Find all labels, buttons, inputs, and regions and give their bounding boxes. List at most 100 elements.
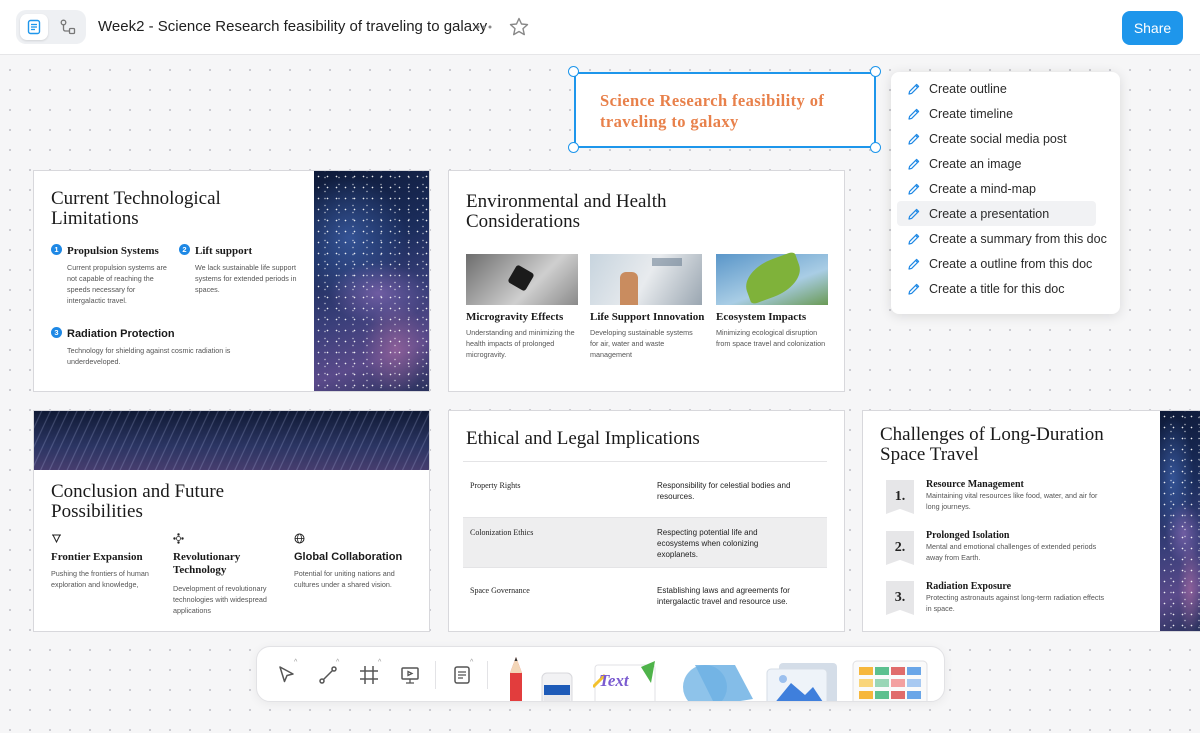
ai-item-label: Create a outline from this doc bbox=[929, 256, 1093, 271]
presentation-tool[interactable] bbox=[398, 663, 422, 687]
ai-item-create-social-media-post[interactable]: Create social media post bbox=[897, 126, 1114, 151]
pen-icon bbox=[908, 83, 920, 95]
text-widget[interactable]: Text bbox=[591, 661, 663, 701]
document-title[interactable]: Week2 - Science Research feasibility of … bbox=[98, 18, 487, 35]
slide-technological-limitations[interactable]: Current Technological Limitations 1 Prop… bbox=[33, 170, 430, 392]
item-body: Protecting astronauts against long-term … bbox=[926, 593, 1105, 613]
item-body: Developing sustainable systems for air, … bbox=[590, 328, 693, 359]
selected-heading-block[interactable]: Science Research feasibility of travelin… bbox=[574, 72, 876, 148]
item-title: Revolutionary Technology bbox=[173, 551, 241, 576]
shapes-widget[interactable] bbox=[675, 659, 755, 701]
pen-icon bbox=[908, 133, 920, 145]
pen-icon bbox=[908, 158, 920, 170]
ai-item-create-title-for-doc[interactable]: Create a title for this doc bbox=[897, 276, 1114, 301]
star-trails-image bbox=[34, 411, 429, 470]
item-body: Current propulsion systems are not capab… bbox=[67, 263, 167, 305]
item-body: Development of revolutionary technologie… bbox=[173, 584, 267, 615]
ai-item-create-outline[interactable]: Create outline bbox=[897, 76, 1114, 101]
item-body: Maintaining vital resources like food, w… bbox=[926, 491, 1098, 511]
ai-item-create-outline-from-doc[interactable]: Create a outline from this doc bbox=[897, 251, 1114, 276]
connector-icon bbox=[319, 666, 337, 684]
page-mode-button[interactable] bbox=[20, 14, 48, 40]
slide-title: Ethical and Legal Implications bbox=[466, 428, 700, 449]
galaxy-image bbox=[314, 171, 429, 391]
favorite-button[interactable] bbox=[508, 16, 530, 38]
row-text: Respecting potential life and ecosystems… bbox=[657, 528, 759, 559]
item-title: Lift support bbox=[195, 245, 253, 257]
note-tool[interactable] bbox=[450, 663, 474, 687]
network-icon bbox=[52, 534, 61, 544]
star-icon bbox=[509, 17, 529, 36]
ai-item-label: Create a title for this doc bbox=[929, 281, 1065, 296]
toolbar-divider bbox=[487, 661, 488, 689]
more-options-button[interactable] bbox=[474, 17, 494, 37]
mode-switch bbox=[16, 10, 86, 44]
ai-item-create-an-image[interactable]: Create an image bbox=[897, 151, 1114, 176]
resize-handle-bottom-right[interactable] bbox=[870, 142, 881, 153]
item-title: Frontier Expansion bbox=[51, 551, 143, 563]
ai-item-label: Create social media post bbox=[929, 131, 1067, 146]
item-title: Radiation Exposure bbox=[926, 581, 1012, 592]
item-body: We lack sustainable life support systems… bbox=[195, 263, 297, 294]
pen-pencil-widget[interactable] bbox=[502, 655, 534, 701]
selected-heading-text[interactable]: Science Research feasibility of travelin… bbox=[600, 90, 870, 132]
ai-item-create-a-presentation[interactable]: Create a presentation bbox=[897, 201, 1096, 226]
item-body: Minimizing ecological disruption from sp… bbox=[716, 328, 826, 348]
pen-icon bbox=[908, 233, 920, 245]
template-grid-icon bbox=[852, 660, 928, 701]
table-divider bbox=[463, 567, 827, 568]
item-body: Potential for uniting nations and cultur… bbox=[294, 569, 395, 589]
edgeless-mode-button[interactable] bbox=[54, 14, 82, 40]
top-header: Week2 - Science Research feasibility of … bbox=[0, 0, 1200, 55]
text-widget-label: Text bbox=[599, 671, 629, 690]
ai-item-label: Create outline bbox=[929, 81, 1007, 96]
item-body: Pushing the frontiers of human explorati… bbox=[51, 569, 149, 589]
media-widget[interactable] bbox=[765, 659, 841, 701]
slide-conclusion[interactable]: Conclusion and Future Possibilities Fron… bbox=[33, 410, 430, 632]
ai-action-menu: Create outline Create timeline Create so… bbox=[891, 72, 1120, 314]
page-mode-icon bbox=[27, 19, 41, 35]
ai-item-create-summary-from-doc[interactable]: Create a summary from this doc bbox=[897, 226, 1114, 251]
eraser-widget[interactable] bbox=[540, 667, 574, 701]
marker-icon bbox=[541, 672, 573, 701]
pointer-tool[interactable] bbox=[275, 663, 299, 687]
slide-title: Challenges of Long-Duration Space Travel bbox=[880, 424, 1104, 465]
slide-environmental-health[interactable]: Environmental and Health Considerations … bbox=[448, 170, 845, 392]
presentation-icon bbox=[401, 667, 419, 684]
number-badge: 2 bbox=[179, 244, 190, 255]
slide-ethical-legal[interactable]: Ethical and Legal Implications Property … bbox=[448, 410, 845, 632]
step-marker: 2. bbox=[886, 531, 914, 565]
more-horizontal-icon bbox=[476, 25, 492, 29]
frame-tool[interactable] bbox=[357, 663, 381, 687]
resize-handle-bottom-left[interactable] bbox=[568, 142, 579, 153]
item-body: Understanding and minimizing the health … bbox=[466, 328, 575, 359]
pen-icon bbox=[908, 258, 920, 270]
templates-widget[interactable] bbox=[851, 657, 931, 701]
slide-title: Environmental and Health Considerations bbox=[466, 191, 667, 232]
globe-icon bbox=[294, 533, 305, 544]
slide-challenges[interactable]: Challenges of Long-Duration Space Travel… bbox=[862, 410, 1200, 632]
item-body: Mental and emotional challenges of exten… bbox=[926, 542, 1097, 562]
resize-handle-top-left[interactable] bbox=[568, 66, 579, 77]
resize-handle-top-right[interactable] bbox=[870, 66, 881, 77]
step-marker: 3. bbox=[886, 581, 914, 615]
ai-item-label: Create an image bbox=[929, 156, 1022, 171]
item-body: Technology for shielding against cosmic … bbox=[67, 346, 231, 366]
item-title: Resource Management bbox=[926, 479, 1024, 490]
row-label: Colonization Ethics bbox=[470, 528, 534, 537]
row-text: Responsibility for celestial bodies and … bbox=[657, 481, 791, 501]
connector-tool[interactable] bbox=[316, 663, 340, 687]
ai-item-label: Create timeline bbox=[929, 106, 1014, 121]
galaxy-image bbox=[1160, 411, 1200, 631]
ai-item-label: Create a summary from this doc bbox=[929, 231, 1107, 246]
item-title: Microgravity Effects bbox=[466, 311, 564, 323]
number-badge: 3 bbox=[51, 327, 62, 338]
note-icon bbox=[454, 666, 470, 684]
edgeless-toolbar: ^ ^ ^ ^ Text bbox=[256, 646, 945, 702]
frame-icon bbox=[360, 666, 378, 684]
item-title: Propulsion Systems bbox=[67, 245, 159, 257]
ecosystem-photo bbox=[716, 251, 828, 305]
ai-item-create-timeline[interactable]: Create timeline bbox=[897, 101, 1114, 126]
share-button[interactable]: Share bbox=[1122, 11, 1183, 45]
ai-item-create-a-mind-map[interactable]: Create a mind-map bbox=[897, 176, 1114, 201]
